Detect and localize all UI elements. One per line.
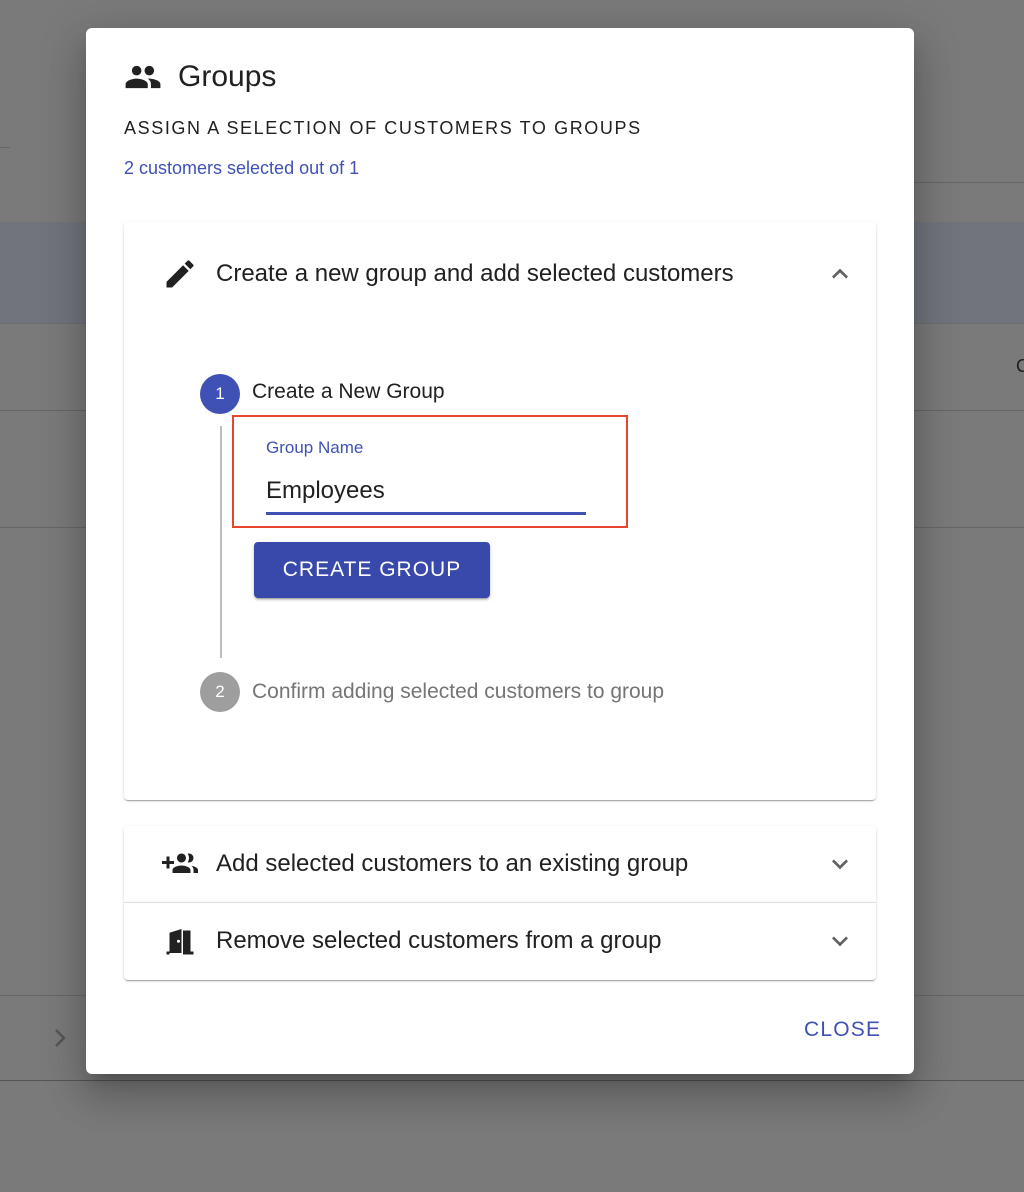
groups-dialog: Groups ASSIGN A SELECTION OF CUSTOMERS T… — [86, 28, 914, 1074]
close-button[interactable]: CLOSE — [796, 1014, 889, 1046]
group-name-label: Group Name — [266, 438, 364, 457]
person-add-icon — [162, 853, 198, 873]
door-exit-icon — [166, 929, 194, 955]
panel-label: Remove selected customers from a group — [216, 927, 662, 954]
chevron-down-icon[interactable] — [824, 925, 856, 957]
selection-count: 2 customers selected out of 1 — [124, 158, 360, 178]
chevron-down-icon[interactable] — [824, 848, 856, 880]
remove-from-group-panel: Remove selected customers from a group — [124, 902, 876, 980]
step-2-indicator: 2 — [200, 672, 240, 712]
add-to-existing-group-panel: Add selected customers to an existing gr… — [124, 826, 876, 902]
step-2-label: Confirm adding selected customers to gro… — [252, 680, 665, 703]
group-name-input[interactable] — [266, 470, 586, 515]
pencil-icon — [166, 260, 194, 288]
dialog-header: Groups — [124, 58, 276, 96]
people-icon — [125, 65, 161, 89]
remove-from-group-panel-header[interactable]: Remove selected customers from a group — [162, 921, 848, 961]
background-edge-text: C — [1016, 356, 1024, 376]
panel-label: Add selected customers to an existing gr… — [216, 850, 689, 877]
add-to-existing-group-panel-header[interactable]: Add selected customers to an existing gr… — [162, 844, 848, 884]
step-connector — [220, 426, 222, 658]
dialog-subtitle: ASSIGN A SELECTION OF CUSTOMERS TO GROUP… — [124, 118, 642, 138]
panel-label: Create a new group and add selected cust… — [216, 260, 734, 287]
background-divider — [0, 1080, 1024, 1081]
step-1-indicator: 1 — [200, 374, 240, 414]
chevron-up-icon[interactable] — [824, 258, 856, 290]
dialog-title: Groups — [178, 60, 277, 93]
background-divider — [914, 182, 1024, 183]
create-group-panel-header[interactable]: Create a new group and add selected cust… — [162, 254, 848, 294]
background-divider — [0, 147, 10, 148]
create-group-button[interactable]: CREATE GROUP — [254, 542, 490, 598]
chevron-right-icon[interactable] — [50, 1024, 70, 1052]
create-group-panel: Create a new group and add selected cust… — [124, 222, 876, 800]
step-1-label: Create a New Group — [252, 380, 445, 403]
